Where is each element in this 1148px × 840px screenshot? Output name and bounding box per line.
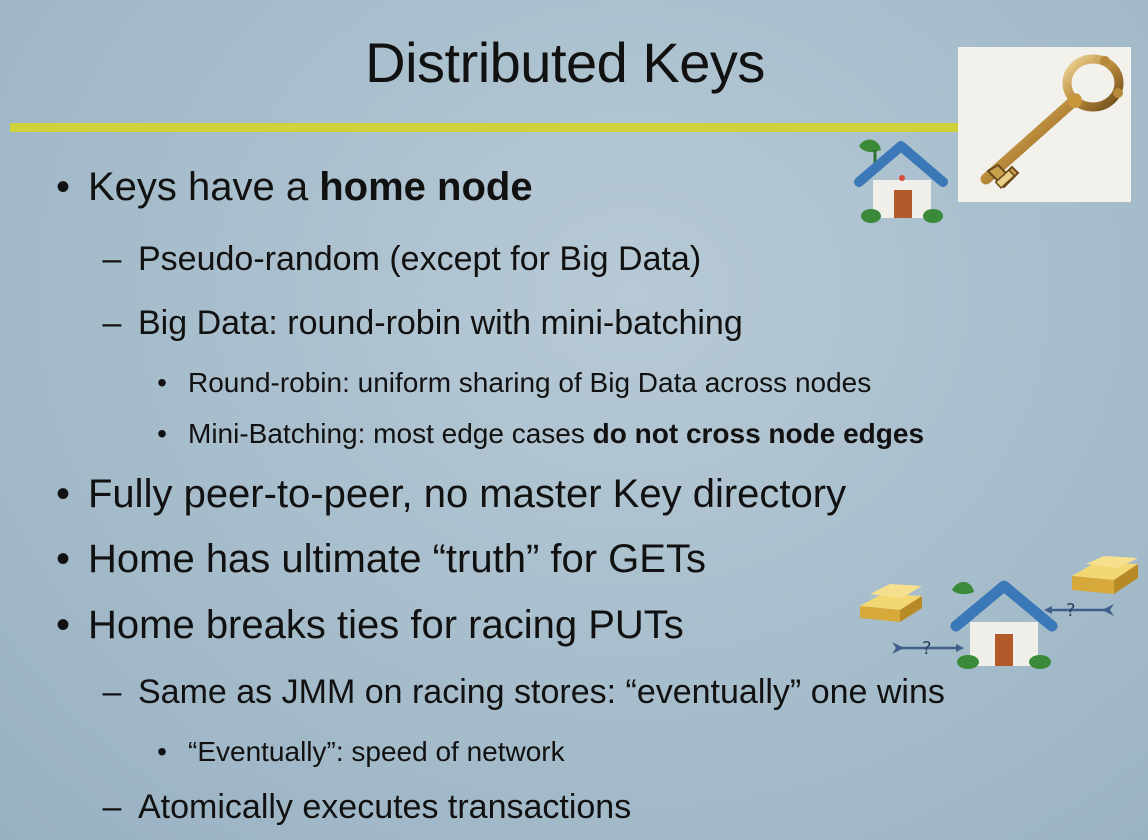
subsubbullet-text-prefix: Mini-Batching: most edge cases bbox=[188, 418, 593, 449]
bullet-text: Keys have a home node bbox=[88, 165, 533, 210]
subsubbullet-text: “Eventually”: speed of network bbox=[188, 736, 565, 767]
bullet-marker: • bbox=[55, 472, 70, 516]
racing-puts-svg: ? ? bbox=[860, 556, 1138, 669]
home-node-picture bbox=[845, 132, 949, 226]
title-rule bbox=[10, 123, 958, 132]
dash-marker: – bbox=[102, 304, 122, 342]
bullet-marker: • bbox=[55, 165, 70, 209]
bullet-text-prefix: Keys have a bbox=[88, 165, 320, 209]
dash-marker: – bbox=[102, 673, 122, 711]
dash-marker: – bbox=[102, 788, 122, 826]
bullet-text: Home breaks ties for racing PUTs bbox=[88, 603, 684, 647]
subbullet-text: Pseudo-random (except for Big Data) bbox=[138, 240, 702, 278]
racing-puts-diagram: ? ? bbox=[852, 556, 1144, 672]
bullet-text: Fully peer-to-peer, no master Key direct… bbox=[88, 472, 847, 516]
subbullet-text: Big Data: round-robin with mini-batching bbox=[138, 304, 743, 342]
gold-bars-icon bbox=[860, 584, 922, 622]
antique-key-picture bbox=[958, 47, 1131, 202]
question-mark: ? bbox=[922, 638, 932, 659]
bullet-marker: • bbox=[55, 603, 70, 647]
subbullet-text: Atomically executes transactions bbox=[138, 788, 632, 826]
dash-marker: – bbox=[102, 240, 122, 278]
bullet-text-bold: home node bbox=[319, 165, 533, 209]
bullet-text: Home has ultimate “truth” for GETs bbox=[88, 537, 706, 581]
question-mark: ? bbox=[1066, 600, 1076, 621]
subsubbullet-text: Round-robin: uniform sharing of Big Data… bbox=[188, 367, 872, 398]
house-icon bbox=[854, 139, 948, 223]
gold-bars-icon bbox=[1072, 556, 1138, 594]
bullet-marker: • bbox=[157, 367, 167, 398]
subsubbullet-text: Mini-Batching: most edge cases do not cr… bbox=[188, 418, 924, 450]
put-arrow-icon bbox=[1044, 604, 1114, 616]
bullet-marker: • bbox=[157, 418, 167, 449]
bullet-marker: • bbox=[157, 736, 167, 767]
house-icon bbox=[950, 580, 1058, 669]
antique-key-icon bbox=[980, 54, 1124, 190]
subsubbullet-text-bold: do not cross node edges bbox=[592, 418, 925, 449]
subbullet-text: Same as JMM on racing stores: “eventuall… bbox=[138, 673, 945, 711]
bullet-marker: • bbox=[55, 537, 70, 581]
